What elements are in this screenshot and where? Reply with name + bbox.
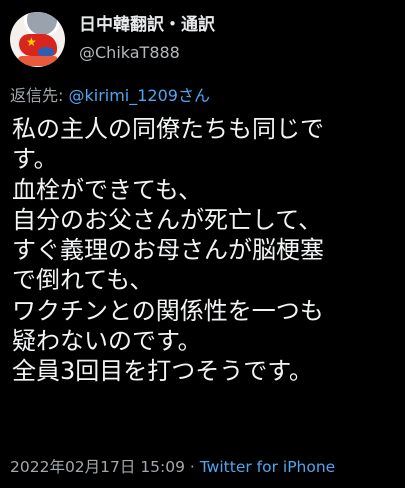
- tweet-text: 私の主人の同僚たちも同じで す。 血栓ができても、 自分のお父さんが死亡して、 …: [12, 114, 402, 387]
- tweet-text-line: 疑わないのです。: [12, 327, 202, 356]
- user-handle[interactable]: @ChikaT888: [79, 43, 180, 63]
- star-icon: ★: [26, 35, 37, 49]
- tweet-text-line: 血栓ができても、: [12, 175, 203, 204]
- display-name[interactable]: 日中韓翻訳・通訳: [79, 14, 215, 36]
- tweet-text-line: で倒れても、: [12, 266, 154, 295]
- tweet-text-line: 自分のお父さんが死亡して、: [12, 205, 323, 234]
- avatar[interactable]: ★: [10, 12, 65, 67]
- tweet-text-line: ワクチンとの関係性を一つも: [12, 296, 324, 325]
- timestamp-link[interactable]: 2022年02月17日 15:09: [10, 458, 185, 476]
- reply-target-link[interactable]: @kirimi_1209さん: [68, 86, 210, 105]
- tweet-text-line: す。: [12, 145, 58, 174]
- reply-to-line: 返信先: @kirimi_1209さん: [10, 85, 210, 107]
- meta-separator: ·: [185, 458, 200, 476]
- tweet-card: ★ 日中韓翻訳・通訳 @ChikaT888 返信先: @kirimi_1209さ…: [0, 0, 405, 488]
- tweet-text-line: 私の主人の同僚たちも同じで: [12, 115, 324, 143]
- avatar-bottom-shape: [18, 56, 58, 66]
- tweet-meta: 2022年02月17日 15:09 · Twitter for iPhone: [10, 457, 335, 477]
- source-link[interactable]: Twitter for iPhone: [200, 458, 335, 476]
- tweet-text-line: 全員3回目を打つそうです。: [12, 357, 313, 386]
- tweet-text-line: すぐ義理のお母さんが脳梗塞: [12, 236, 324, 265]
- reply-prefix-label: 返信先:: [10, 86, 69, 105]
- tweet-header: ★ 日中韓翻訳・通訳 @ChikaT888: [0, 0, 405, 78]
